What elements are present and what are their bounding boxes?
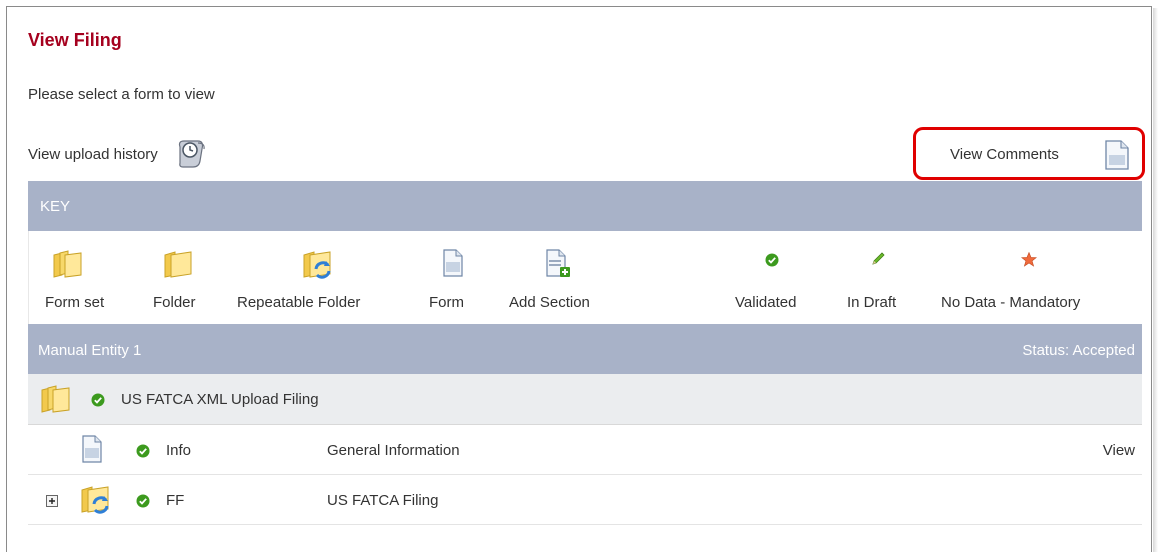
repeatable-folder-icon	[80, 484, 112, 520]
add-section-icon	[546, 249, 570, 284]
key-header: KEY	[28, 181, 1142, 231]
row-code: FF	[166, 492, 185, 509]
page-title: View Filing	[28, 30, 122, 50]
upload-history-label: View upload history	[28, 145, 158, 163]
upload-history-icon[interactable]	[174, 137, 208, 171]
filing-name[interactable]: US FATCA XML Upload Filing	[121, 391, 319, 408]
key-label-folder: Folder	[153, 294, 196, 311]
key-legend: Form set Folder Repeatable Folder Form A…	[28, 231, 1142, 324]
validated-check-icon	[136, 444, 150, 462]
form-set-icon	[52, 249, 84, 284]
document-icon[interactable]	[1105, 140, 1129, 170]
form-set-icon	[40, 384, 72, 419]
form-icon	[82, 435, 102, 467]
row-code: Info	[166, 442, 192, 459]
view-upload-history-link[interactable]: View upload history	[28, 137, 208, 171]
validated-check-icon	[136, 494, 150, 512]
key-label-no-data-mandatory: No Data - Mandatory	[941, 294, 1081, 311]
key-label-form: Form	[429, 294, 464, 311]
frame-shadow	[1153, 8, 1158, 552]
key-header-label: KEY	[40, 198, 71, 215]
key-label-repeatable-folder: Repeatable Folder	[237, 294, 361, 311]
validated-check-icon	[765, 253, 779, 272]
entity-header: Manual Entity 1 Status: Accepted	[28, 324, 1142, 374]
key-label-form-set: Form set	[45, 294, 105, 311]
validated-check-icon	[91, 393, 105, 412]
table-row-info[interactable]: Info General Information View	[28, 425, 1142, 475]
table-row-ff[interactable]: FF US FATCA Filing	[28, 475, 1142, 525]
view-comments-label: View Comments	[950, 146, 1059, 163]
key-label-in-draft: In Draft	[847, 294, 897, 311]
folder-icon	[163, 249, 195, 284]
page-subtitle: Please select a form to view	[28, 86, 215, 103]
form-icon	[443, 249, 463, 282]
view-link[interactable]: View	[1103, 442, 1135, 459]
filing-row[interactable]: US FATCA XML Upload Filing	[28, 374, 1142, 425]
key-label-add-section: Add Section	[509, 294, 590, 311]
pencil-icon	[870, 251, 886, 272]
entity-status: Status: Accepted	[1022, 342, 1135, 359]
row-description: US FATCA Filing	[327, 492, 439, 509]
row-description: General Information	[327, 442, 460, 459]
entity-name: Manual Entity 1	[38, 342, 142, 359]
key-label-validated: Validated	[735, 294, 797, 311]
repeatable-folder-icon	[302, 249, 334, 286]
view-comments-link[interactable]: View Comments	[913, 127, 1145, 180]
expand-plus-icon[interactable]	[46, 494, 58, 511]
star-icon	[1020, 251, 1038, 272]
